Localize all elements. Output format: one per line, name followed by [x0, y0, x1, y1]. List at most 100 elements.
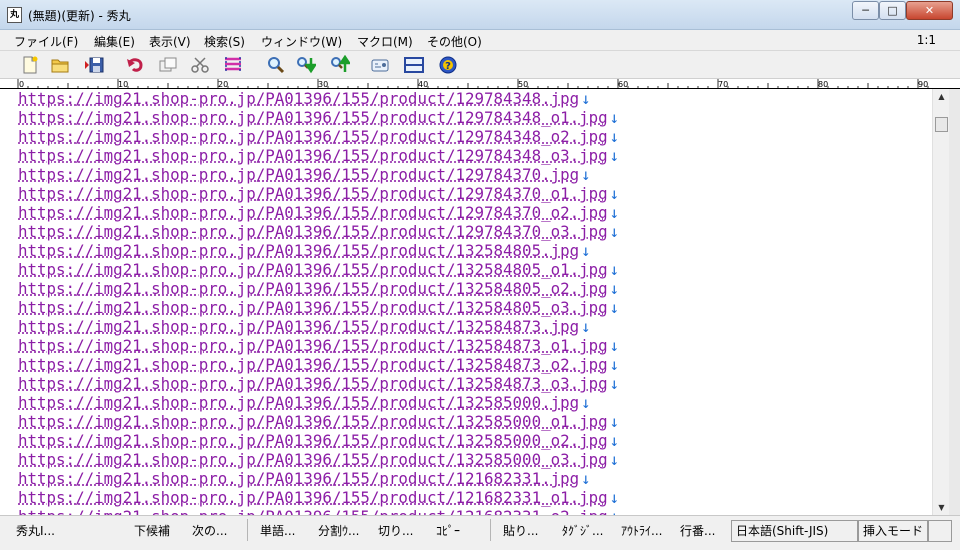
window-title: (無題)(更新) - 秀丸 — [28, 9, 131, 23]
menu-bar: ファイル(F) 編集(E) 表示(V) 検索(S) ウィンドウ(W) マクロ(M… — [0, 30, 960, 51]
input-mode-indicator[interactable]: 挿入モード — [858, 520, 928, 542]
encoding-indicator[interactable]: 日本語(Shift-JIS) — [731, 520, 858, 542]
search-up-icon[interactable] — [330, 55, 350, 75]
eol-marker: ↓ — [609, 260, 620, 279]
scroll-down-button[interactable]: ▼ — [933, 500, 950, 515]
eol-marker: ↓ — [609, 127, 620, 146]
close-button[interactable]: ✕ — [906, 1, 953, 20]
menu-search[interactable]: 検索(S) — [204, 33, 245, 50]
window-right-edge — [949, 89, 960, 515]
text-line[interactable]: https://img21.shop-pro.jp/PA01396/155/pr… — [18, 260, 619, 279]
eol-marker: ↓ — [609, 450, 620, 469]
menu-macro[interactable]: マクロ(M) — [357, 33, 413, 50]
eol-marker: ↓ — [609, 374, 620, 393]
text-line[interactable]: https://img21.shop-pro.jp/PA01396/155/pr… — [18, 203, 619, 222]
eol-marker: ↓ — [609, 279, 620, 298]
menu-file[interactable]: ファイル(F) — [14, 33, 78, 50]
title-bar: 丸 (無題)(更新) - 秀丸 ─ □ ✕ — [0, 0, 960, 30]
save-icon[interactable] — [84, 55, 104, 75]
text-line[interactable]: https://img21.shop-pro.jp/PA01396/155/pr… — [18, 355, 619, 374]
scroll-up-button[interactable]: ▲ — [933, 89, 950, 104]
undo-icon[interactable] — [125, 55, 145, 75]
scroll-thumb[interactable] — [935, 117, 948, 132]
eol-marker: ↓ — [581, 89, 591, 108]
vertical-scrollbar[interactable]: ▲ ▼ — [932, 89, 949, 515]
paste-icon[interactable] — [223, 55, 243, 75]
eol-marker: ↓ — [609, 203, 620, 222]
text-line[interactable]: https://img21.shop-pro.jp/PA01396/155/pr… — [18, 184, 619, 203]
eol-marker: ↓ — [609, 146, 620, 165]
text-line[interactable]: https://img21.shop-pro.jp/PA01396/155/pr… — [18, 317, 591, 336]
resize-grip[interactable] — [928, 520, 952, 542]
ruler-label: 10 — [118, 80, 128, 89]
status-copy[interactable]: ｺﾋﾟｰ — [436, 522, 460, 539]
text-line[interactable]: https://img21.shop-pro.jp/PA01396/155/pr… — [18, 469, 591, 488]
text-line[interactable]: https://img21.shop-pro.jp/PA01396/155/pr… — [18, 89, 591, 108]
open-folder-icon[interactable] — [50, 55, 70, 75]
text-line[interactable]: https://img21.shop-pro.jp/PA01396/155/pr… — [18, 393, 591, 412]
status-line-number[interactable]: 行番... — [680, 522, 715, 539]
ruler-label: 40 — [418, 80, 428, 89]
cursor-position: 1:1 — [916, 33, 936, 47]
text-line[interactable]: https://img21.shop-pro.jp/PA01396/155/pr… — [18, 298, 619, 317]
text-line[interactable]: https://img21.shop-pro.jp/PA01396/155/pr… — [18, 108, 619, 127]
new-file-icon[interactable] — [20, 55, 40, 75]
status-separator — [247, 519, 248, 541]
ruler-label: 60 — [618, 80, 628, 89]
ruler-ticks — [17, 79, 929, 89]
status-next[interactable]: 次の... — [192, 522, 227, 539]
toolbar: ? — [0, 51, 960, 79]
search-down-icon[interactable] — [296, 55, 316, 75]
eol-marker: ↓ — [609, 184, 620, 203]
text-line[interactable]: https://img21.shop-pro.jp/PA01396/155/pr… — [18, 412, 619, 431]
ruler-label: 50 — [518, 80, 528, 89]
status-outline[interactable]: ｱｳﾄﾗｲ... — [621, 522, 662, 539]
eol-marker: ↓ — [610, 507, 620, 515]
search-icon[interactable] — [266, 55, 286, 75]
eol-marker: ↓ — [581, 317, 591, 336]
text-line[interactable]: https://img21.shop-pro.jp/PA01396/155/pr… — [18, 127, 619, 146]
text-line[interactable]: https://img21.shop-pro.jp/PA01396/155/pr… — [18, 279, 619, 298]
ruler-label: 80 — [818, 80, 828, 89]
column-ruler: 0 10 20 30 40 50 60 70 80 90 — [0, 79, 960, 89]
text-line[interactable]: https://img21.shop-pro.jp/PA01396/155/pr… — [18, 507, 619, 515]
status-word[interactable]: 単語... — [260, 522, 295, 539]
menu-other[interactable]: その他(O) — [427, 33, 482, 50]
help-icon[interactable]: ? — [438, 55, 458, 75]
text-line[interactable]: https://img21.shop-pro.jp/PA01396/155/pr… — [18, 431, 619, 450]
text-line[interactable]: https://img21.shop-pro.jp/PA01396/155/pr… — [18, 374, 619, 393]
status-paste[interactable]: 貼り... — [503, 522, 538, 539]
status-ime[interactable]: 秀丸I... — [16, 522, 55, 539]
status-separator — [490, 519, 491, 541]
svg-text:?: ? — [445, 61, 451, 72]
ruler-label: 70 — [718, 80, 728, 89]
eol-marker: ↓ — [609, 431, 620, 450]
grep-icon[interactable] — [370, 55, 390, 75]
hidemaru-app-icon[interactable]: 丸 — [7, 7, 22, 23]
minimize-button[interactable]: ─ — [852, 1, 879, 20]
cut-icon[interactable] — [190, 55, 210, 75]
text-line[interactable]: https://img21.shop-pro.jp/PA01396/155/pr… — [18, 146, 619, 165]
eol-marker: ↓ — [609, 298, 620, 317]
eol-marker: ↓ — [581, 469, 591, 488]
menu-window[interactable]: ウィンドウ(W) — [261, 33, 342, 50]
text-line[interactable]: https://img21.shop-pro.jp/PA01396/155/pr… — [18, 450, 619, 469]
text-line[interactable]: https://img21.shop-pro.jp/PA01396/155/pr… — [18, 488, 619, 507]
copy-icon[interactable] — [158, 55, 178, 75]
status-next-candidate[interactable]: 下候補 — [134, 522, 170, 539]
menu-edit[interactable]: 編集(E) — [94, 33, 135, 50]
text-line[interactable]: https://img21.shop-pro.jp/PA01396/155/pr… — [18, 222, 619, 241]
text-line[interactable]: https://img21.shop-pro.jp/PA01396/155/pr… — [18, 241, 591, 260]
split-window-icon[interactable] — [404, 55, 424, 75]
menu-view[interactable]: 表示(V) — [149, 33, 191, 50]
ruler-label: 30 — [318, 80, 328, 89]
text-line[interactable]: https://img21.shop-pro.jp/PA01396/155/pr… — [18, 165, 591, 184]
status-tag-jump[interactable]: ﾀｸﾞｼﾞ... — [562, 522, 603, 539]
status-split[interactable]: 分割ｳ... — [318, 522, 359, 539]
text-line[interactable]: https://img21.shop-pro.jp/PA01396/155/pr… — [18, 336, 619, 355]
status-bar: 秀丸I... 下候補 次の... 単語... 分割ｳ... 切り... ｺﾋﾟｰ… — [0, 515, 960, 550]
eol-marker: ↓ — [581, 165, 591, 184]
text-editor-area[interactable]: https://img21.shop-pro.jp/PA01396/155/pr… — [0, 89, 932, 515]
status-cut[interactable]: 切り... — [378, 522, 413, 539]
maximize-button[interactable]: □ — [879, 1, 906, 20]
